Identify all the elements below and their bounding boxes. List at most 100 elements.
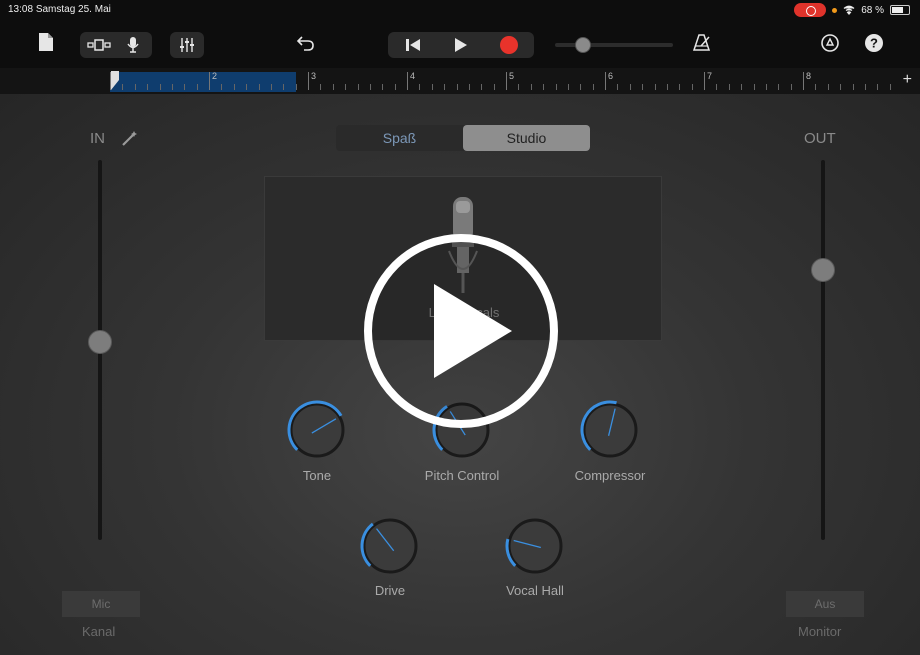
ruler-tick [196, 84, 198, 90]
tracks-view-icon[interactable] [82, 38, 116, 52]
ruler-tick [864, 84, 866, 90]
ruler-tick [765, 84, 767, 90]
ruler-tick [283, 84, 285, 90]
output-label: OUT [804, 130, 836, 147]
ruler-tick [679, 84, 681, 90]
compressor-label: Compressor [574, 468, 646, 483]
playhead-icon[interactable] [110, 70, 120, 92]
rewind-icon[interactable] [389, 38, 437, 52]
knob-graphic [580, 400, 638, 458]
undo-icon[interactable] [296, 34, 316, 52]
song-position-track[interactable] [555, 43, 673, 47]
ruler-tick [332, 84, 334, 90]
ruler-tick [530, 84, 532, 90]
ruler-tick [444, 84, 446, 90]
tone-label: Tone [302, 468, 332, 483]
ruler-tick [320, 84, 322, 90]
ruler-tick [382, 84, 384, 90]
play-icon[interactable] [437, 37, 485, 53]
ruler-tick [741, 84, 743, 90]
ruler-tick [493, 84, 495, 90]
knob-graphic [505, 518, 563, 574]
ruler-tick [369, 84, 371, 90]
ruler-tick [481, 84, 483, 90]
ruler-bar-number: 6 [608, 71, 614, 81]
toolbar: ? [0, 22, 920, 68]
status-time: 13:08 Samstag 25. Mai [8, 4, 111, 15]
ruler-tick [518, 84, 520, 90]
help-icon[interactable]: ? [864, 33, 884, 53]
ruler-tick [270, 84, 272, 90]
tone-knob[interactable] [287, 400, 347, 460]
cycle-region[interactable] [110, 72, 296, 92]
screen-recording-icon [794, 3, 827, 17]
ruler-tick [184, 84, 186, 90]
ruler-tick [728, 84, 730, 90]
ruler-tick [171, 84, 173, 90]
ruler-tick [555, 84, 557, 90]
ruler-bar-number: 4 [410, 71, 416, 81]
ruler-tick [233, 84, 235, 90]
ruler-tick [642, 84, 644, 90]
ruler-tick [431, 84, 433, 90]
record-icon[interactable] [485, 36, 533, 54]
tab-studio[interactable]: Studio [463, 125, 590, 151]
ruler-tick [815, 84, 817, 90]
ruler-bar-number: 7 [707, 71, 713, 81]
ruler-tick [567, 84, 569, 90]
mixer-icon[interactable] [170, 32, 204, 58]
ruler-bar-line [407, 72, 408, 90]
ruler-tick [122, 84, 124, 90]
ruler-tick [221, 84, 223, 90]
song-position-knob[interactable] [575, 37, 591, 53]
output-level-slider[interactable] [821, 160, 825, 540]
ruler-tick [629, 84, 631, 90]
ruler-tick [419, 84, 421, 90]
ruler-tick [159, 84, 161, 90]
status-right: 68 % [794, 3, 910, 17]
monitor-button[interactable]: Aus [786, 591, 864, 617]
ruler-tick [827, 84, 829, 90]
ruler-tick [394, 84, 396, 90]
ruler-tick [889, 84, 891, 90]
drive-knob[interactable] [360, 516, 420, 576]
add-section-icon[interactable]: + [903, 71, 912, 89]
wifi-icon [843, 5, 855, 15]
compressor-knob[interactable] [580, 400, 640, 460]
ruler-tick [580, 84, 582, 90]
battery-percent: 68 % [861, 4, 884, 16]
ruler-tick [716, 84, 718, 90]
microphone-button-icon[interactable] [116, 36, 150, 54]
ruler-tick [877, 84, 879, 90]
vocal-hall-label: Vocal Hall [506, 583, 564, 598]
status-bar: 13:08 Samstag 25. Mai 68 % [0, 0, 920, 22]
ruler-bar-line [308, 72, 309, 90]
ruler-tick [543, 84, 545, 90]
mode-segmented-control: Spaß Studio [336, 125, 590, 151]
ruler-tick [134, 84, 136, 90]
settings-icon[interactable] [820, 33, 840, 53]
ruler-tick [617, 84, 619, 90]
ruler-tick [258, 84, 260, 90]
channel-caption: Kanal [82, 624, 116, 639]
tab-spass[interactable]: Spaß [336, 125, 463, 151]
ruler-tick [456, 84, 458, 90]
ruler-bar-number: 8 [806, 71, 812, 81]
ruler-bar-line [803, 72, 804, 90]
metronome-icon[interactable] [692, 34, 712, 52]
mic-indicator-icon [832, 7, 838, 13]
auto-level-wand-icon[interactable] [120, 128, 140, 148]
output-level-knob[interactable] [811, 258, 835, 283]
ruler-tick [654, 84, 656, 90]
pitch-control-label: Pitch Control [424, 468, 500, 483]
channel-button[interactable]: Mic [62, 591, 140, 617]
ruler-tick [468, 84, 470, 90]
monitor-caption: Monitor [798, 624, 842, 639]
vocal-hall-knob[interactable] [505, 516, 565, 576]
ruler-bar-line [209, 72, 210, 90]
ruler-bar-line [506, 72, 507, 90]
ruler-tick [295, 84, 297, 90]
video-play-icon[interactable] [362, 232, 560, 430]
ruler-tick [790, 84, 792, 90]
document-icon[interactable] [38, 32, 54, 52]
